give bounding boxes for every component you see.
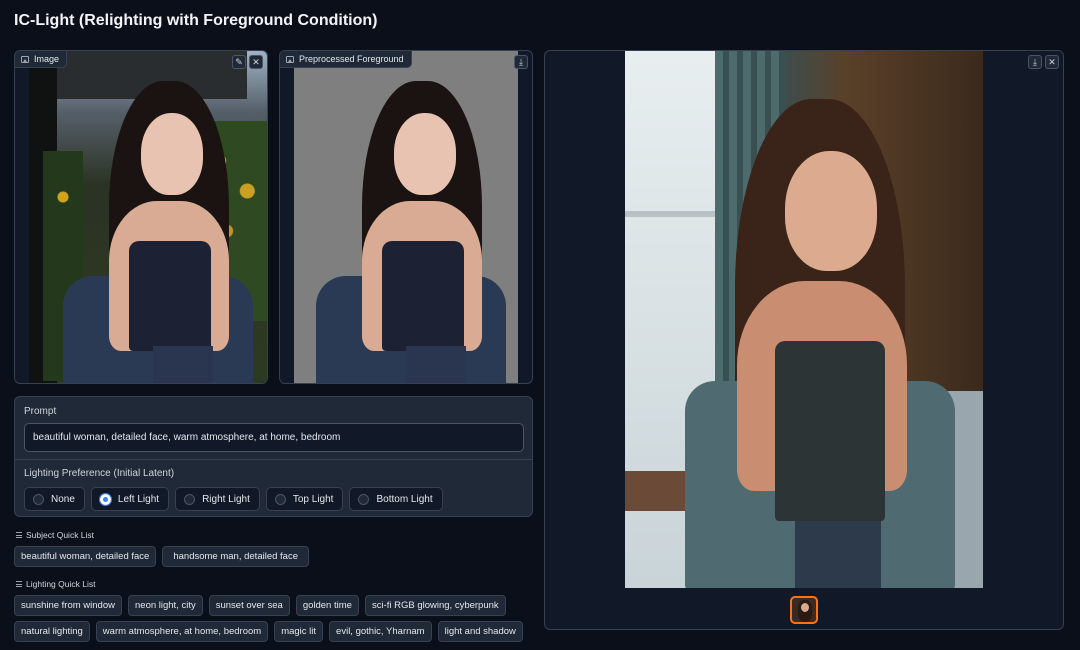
lighting-chip[interactable]: natural lighting [14, 621, 90, 642]
prompt-settings-block: Prompt beautiful woman, detailed face, w… [14, 396, 533, 517]
download-icon[interactable]: ⤓ [1028, 55, 1042, 69]
output-photo [625, 51, 983, 588]
image-icon [21, 55, 29, 63]
radio-label: Bottom Light [376, 493, 433, 505]
prompt-label: Prompt [24, 406, 57, 417]
preprocessed-photo [294, 51, 518, 383]
radio-none[interactable]: None [24, 487, 85, 511]
radio-label: None [51, 493, 75, 505]
page-title: IC-Light (Relighting with Foreground Con… [14, 12, 378, 29]
subject-quick-list-title: Subject Quick List [16, 530, 94, 540]
download-icon[interactable]: ⤓ [514, 55, 528, 69]
output-gallery-panel: ⤓ ✕ [544, 50, 1064, 630]
close-icon[interactable]: ✕ [249, 55, 263, 69]
lighting-quick-list-title-text: Lighting Quick List [26, 579, 96, 589]
radio-dot [33, 493, 44, 505]
input-photo [29, 51, 267, 383]
divider [15, 459, 532, 460]
image-panel-label: Image [15, 51, 68, 68]
lighting-chip[interactable]: golden time [295, 595, 359, 616]
preprocessed-panel-label-text: Preprocessed Foreground [299, 54, 404, 64]
image-panel-label-text: Image [34, 54, 60, 64]
radio-top-light[interactable]: Top Light [265, 487, 344, 511]
subject-quick-list: beautiful woman, detailed face handsome … [14, 546, 309, 567]
lighting-chip[interactable]: evil, gothic, Yharnam [329, 621, 432, 642]
lighting-quick-list-title: Lighting Quick List [16, 579, 95, 589]
radio-label: Top Light [292, 493, 334, 505]
prompt-input[interactable]: beautiful woman, detailed face, warm atm… [24, 423, 524, 452]
gallery-thumbnail[interactable] [790, 596, 818, 624]
lighting-chip[interactable]: light and shadow [437, 621, 523, 642]
radio-label: Left Light [117, 493, 160, 505]
lighting-chip[interactable]: sunset over sea [208, 595, 290, 616]
image-icon [286, 55, 294, 63]
lighting-preference-label: Lighting Preference (Initial Latent) [24, 468, 175, 479]
lighting-quick-list-row-1: sunshine from window neon light, city su… [14, 595, 506, 616]
list-icon [16, 532, 22, 538]
lighting-chip[interactable]: sci-fi RGB glowing, cyberpunk [364, 595, 506, 616]
lighting-preference-radio-group: None Left Light Right Light Top Light Bo… [24, 487, 443, 511]
subject-chip[interactable]: handsome man, detailed face [162, 546, 309, 567]
radio-left-light[interactable]: Left Light [90, 487, 170, 511]
list-icon [16, 581, 22, 587]
lighting-chip[interactable]: neon light, city [128, 595, 203, 616]
radio-dot [274, 493, 286, 505]
subject-quick-list-title-text: Subject Quick List [26, 530, 95, 540]
radio-dot [184, 493, 196, 505]
radio-dot [358, 493, 370, 505]
radio-bottom-light[interactable]: Bottom Light [349, 487, 443, 511]
radio-dot-selected [98, 492, 112, 506]
lighting-quick-list-row-2: natural lighting warm atmosphere, at hom… [14, 621, 523, 642]
preprocessed-panel-label: Preprocessed Foreground [280, 51, 412, 68]
radio-label: Right Light [202, 493, 250, 505]
lighting-chip[interactable]: sunshine from window [14, 595, 122, 616]
lighting-chip[interactable]: magic lit [274, 621, 324, 642]
radio-right-light[interactable]: Right Light [175, 487, 260, 511]
image-input-panel[interactable]: Image ✎ ✕ [14, 50, 268, 384]
pencil-icon[interactable]: ✎ [232, 55, 246, 69]
close-icon[interactable]: ✕ [1045, 55, 1059, 69]
lighting-chip[interactable]: warm atmosphere, at home, bedroom [95, 621, 269, 642]
preprocessed-foreground-panel: Preprocessed Foreground ⤓ [279, 50, 533, 384]
subject-chip[interactable]: beautiful woman, detailed face [14, 546, 157, 567]
